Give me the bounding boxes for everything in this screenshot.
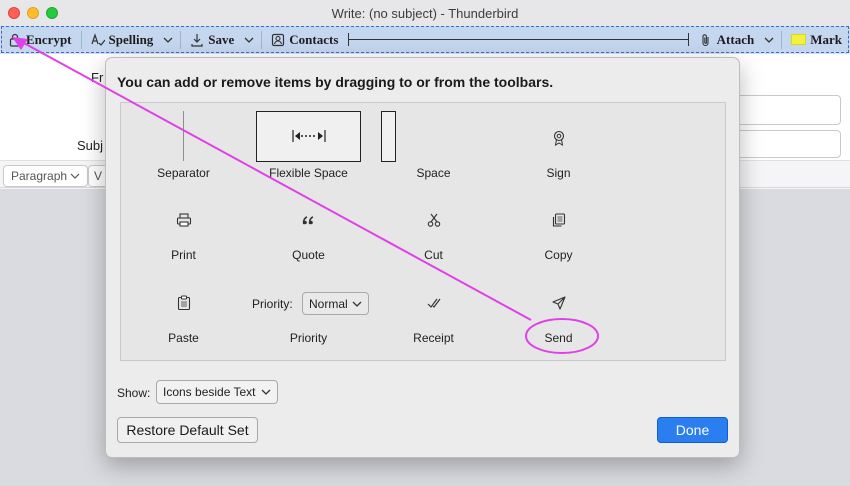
palette-item-separator[interactable]: Separator <box>121 103 246 183</box>
palette-item-label: Sign <box>546 166 571 180</box>
palette-item-space[interactable]: Space <box>371 103 496 183</box>
palette-item-label: Paste <box>168 331 199 345</box>
palette-item-label: Send <box>544 331 573 345</box>
to-field[interactable] <box>732 95 841 125</box>
toolbar-attach-button[interactable]: Attach <box>693 27 761 52</box>
subject-field[interactable] <box>732 130 841 158</box>
title-bar: Write: (no subject) - Thunderbird <box>0 0 850 26</box>
palette-item-receipt[interactable]: Receipt <box>371 268 496 350</box>
palette-item-label: Quote <box>292 248 325 262</box>
toolbar-save-button[interactable]: Save <box>184 27 240 52</box>
copy-icon <box>552 213 565 227</box>
from-label: Fr <box>91 70 104 85</box>
quote-icon <box>302 216 313 225</box>
palette-item-cut[interactable]: Cut <box>371 185 496 267</box>
palette-item-label: Flexible Space <box>269 166 348 180</box>
chevron-down-icon <box>764 37 774 43</box>
spelling-icon <box>90 32 105 46</box>
save-icon <box>191 33 203 47</box>
toolbar-contacts-label: Contacts <box>289 31 339 47</box>
show-mode-select[interactable]: Icons beside Text <box>156 380 278 404</box>
mark-icon <box>791 34 807 45</box>
palette-item-paste[interactable]: Paste <box>121 268 246 350</box>
show-label: Show: <box>117 386 151 400</box>
toolbar-items-palette: Separator Flexible Space Space Sign Prin… <box>120 102 726 361</box>
toolbar-separator <box>781 30 783 49</box>
palette-item-label: Print <box>171 248 196 262</box>
toolbar-encrypt-label: Encrypt <box>26 31 72 47</box>
palette-item-sign[interactable]: Sign <box>496 103 621 183</box>
palette-item-send[interactable]: Send <box>496 268 621 350</box>
flexible-space-preview <box>256 111 361 162</box>
attach-dropdown-button[interactable] <box>760 27 778 52</box>
window-title: Write: (no subject) - Thunderbird <box>331 6 519 21</box>
toolbar-spelling-button[interactable]: Spelling <box>85 27 160 52</box>
toolbar-contacts-button[interactable]: Contacts <box>265 27 344 52</box>
spelling-dropdown-button[interactable] <box>159 27 177 52</box>
send-icon <box>551 296 566 310</box>
toolbar-save-label: Save <box>208 31 235 47</box>
palette-item-label: Separator <box>157 166 210 180</box>
toolbar-separator <box>80 30 82 49</box>
palette-item-priority[interactable]: Priority: Normal Priority <box>246 268 371 350</box>
subject-label: Subj <box>77 138 104 153</box>
save-dropdown-button[interactable] <box>240 27 258 52</box>
customize-toolbar-dialog: You can add or remove items by dragging … <box>105 57 740 458</box>
priority-label: Priority: <box>252 297 293 311</box>
sign-icon <box>553 130 564 146</box>
chevron-down-icon <box>261 389 270 395</box>
compose-toolbar: Encrypt Spelling Save Contacts Attach Ma… <box>1 26 849 53</box>
palette-item-label: Priority <box>289 331 328 345</box>
separator-preview <box>183 111 184 161</box>
palette-item-quote[interactable]: Quote <box>246 185 371 267</box>
attach-icon <box>702 33 709 46</box>
show-mode-value: Icons beside Text <box>163 385 256 399</box>
done-button[interactable]: Done <box>657 417 728 443</box>
paste-icon <box>177 295 190 310</box>
toolbar-mark-label: Mark <box>810 31 842 47</box>
palette-item-label: Receipt <box>413 331 454 345</box>
contacts-icon <box>272 33 285 46</box>
chevron-down-icon <box>244 37 254 43</box>
space-preview <box>381 111 396 162</box>
toolbar-separator <box>261 30 263 49</box>
toolbar-separator <box>180 30 182 49</box>
palette-item-print[interactable]: Print <box>121 185 246 267</box>
palette-item-copy[interactable]: Copy <box>496 185 621 267</box>
chevron-down-icon <box>163 37 173 43</box>
priority-value: Normal <box>309 296 348 311</box>
toolbar-flexible-space[interactable] <box>344 27 692 52</box>
restore-default-set-button[interactable]: Restore Default Set <box>117 417 258 443</box>
encrypt-icon <box>9 33 21 47</box>
chevron-down-icon <box>352 301 362 307</box>
print-icon <box>176 213 191 227</box>
toolbar-attach-label: Attach <box>716 31 755 47</box>
palette-item-label: Cut <box>424 248 443 262</box>
priority-select[interactable]: Normal <box>302 292 369 315</box>
palette-item-label: Space <box>416 166 451 180</box>
toolbar-encrypt-button[interactable]: Encrypt <box>2 27 78 52</box>
flexible-space-arrows-icon <box>292 130 326 142</box>
paragraph-format-value: Paragraph <box>11 169 68 183</box>
dialog-instructions: You can add or remove items by dragging … <box>117 74 554 90</box>
receipt-icon <box>427 298 440 308</box>
chevron-down-icon <box>70 173 80 179</box>
toolbar-spelling-label: Spelling <box>108 31 154 47</box>
flexible-space-line <box>348 33 689 46</box>
palette-item-label: Copy <box>544 248 573 262</box>
toolbar-mark-button[interactable]: Mark <box>785 27 848 52</box>
paragraph-format-select[interactable]: Paragraph <box>3 165 89 187</box>
cut-icon <box>427 213 440 227</box>
palette-item-flexible-space[interactable]: Flexible Space <box>246 103 371 183</box>
